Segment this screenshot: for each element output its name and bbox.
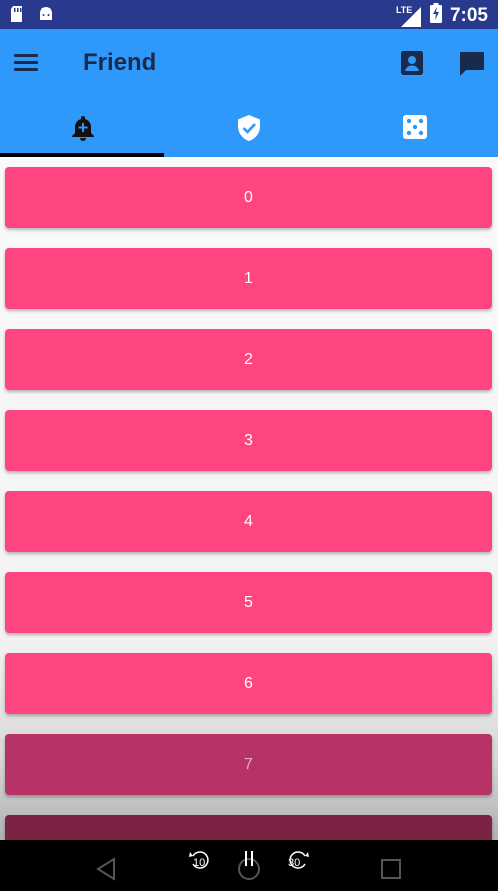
- status-bar: LTE 7:05: [0, 0, 498, 29]
- dice-icon: [403, 115, 427, 139]
- list-item[interactable]: 7: [5, 734, 492, 795]
- list-item[interactable]: 0: [5, 167, 492, 228]
- menu-icon[interactable]: [14, 51, 42, 77]
- list-item[interactable]: 2: [5, 329, 492, 390]
- signal-icon: LTE: [396, 5, 422, 27]
- android-icon: [38, 6, 54, 27]
- tab-security[interactable]: [166, 99, 332, 157]
- list-item[interactable]: 1: [5, 248, 492, 309]
- battery-charging-icon: [429, 3, 442, 28]
- list-item[interactable]: 5: [5, 572, 492, 633]
- rewind-icon[interactable]: 10: [184, 840, 218, 891]
- list-item[interactable]: 6: [5, 653, 492, 714]
- tab-random[interactable]: [332, 99, 498, 157]
- forward-label: 30: [288, 857, 301, 869]
- list-item[interactable]: 3: [5, 410, 492, 471]
- item-list[interactable]: 0 1 2 3 4 5 6 7: [0, 157, 498, 840]
- tab-bar: [0, 99, 498, 157]
- app-bar: Friend: [0, 29, 498, 99]
- bell-plus-icon: [72, 116, 94, 141]
- navigation-bar: 10 30: [0, 840, 498, 891]
- app-screen: LTE 7:05 Friend 0 1 2 3 4 5 6 7 10 30: [0, 0, 498, 891]
- shield-check-icon: [238, 115, 260, 141]
- back-icon[interactable]: [90, 840, 124, 891]
- sd-card-icon: [10, 6, 24, 27]
- pause-icon[interactable]: [232, 840, 266, 891]
- rewind-label: 10: [193, 857, 206, 869]
- recent-apps-icon[interactable]: [374, 840, 408, 891]
- chat-icon[interactable]: [457, 49, 487, 79]
- forward-icon[interactable]: 30: [280, 840, 314, 891]
- contact-icon[interactable]: [398, 49, 426, 77]
- list-item[interactable]: 4: [5, 491, 492, 552]
- status-time: 7:05: [449, 4, 488, 26]
- tab-notifications[interactable]: [0, 99, 166, 157]
- list-item-partial[interactable]: [5, 815, 492, 840]
- page-title: Friend: [83, 49, 157, 76]
- network-type-label: LTE: [395, 4, 413, 15]
